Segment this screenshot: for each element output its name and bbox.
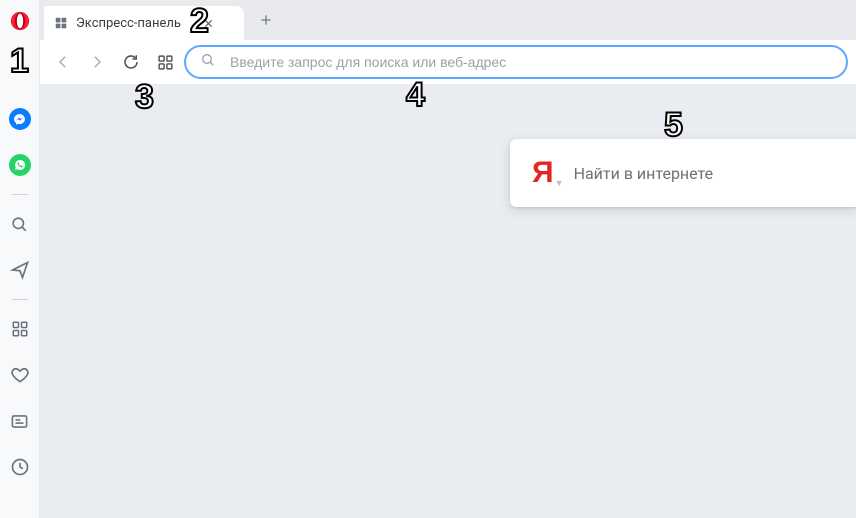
tab-close-button[interactable]	[203, 18, 214, 29]
sidebar-separator	[12, 194, 28, 195]
tab-strip: Экспресс-панель	[40, 0, 856, 40]
speed-dial-favicon	[54, 16, 68, 30]
speed-dial-page: Я ▼ Найти в интернете	[40, 84, 856, 518]
sidebar-search[interactable]	[8, 212, 32, 236]
sidebar-separator	[12, 299, 28, 300]
nav-toolbar	[40, 40, 856, 84]
speed-dial-icon	[11, 320, 29, 338]
search-icon	[10, 215, 29, 234]
sidebar	[0, 0, 40, 518]
yandex-search-box[interactable]: Я ▼ Найти в интернете	[510, 139, 856, 207]
opera-logo-icon	[9, 10, 31, 32]
yandex-logo[interactable]: Я ▼	[532, 156, 554, 190]
address-input[interactable]	[230, 54, 832, 70]
reload-button[interactable]	[116, 47, 146, 77]
chevron-right-icon	[88, 53, 106, 71]
sidebar-messenger[interactable]	[8, 107, 32, 131]
yandex-search-placeholder: Найти в интернете	[574, 164, 714, 183]
speed-dial-icon	[157, 54, 174, 71]
yandex-logo-letter: Я	[532, 156, 554, 189]
sidebar-history[interactable]	[8, 455, 32, 479]
address-bar[interactable]	[184, 45, 848, 79]
search-icon	[200, 52, 216, 72]
forward-button[interactable]	[82, 47, 112, 77]
sidebar-personal-news[interactable]	[8, 258, 32, 282]
opera-menu-button[interactable]	[9, 10, 31, 96]
back-button[interactable]	[48, 47, 78, 77]
browser-tab[interactable]: Экспресс-панель	[44, 6, 244, 40]
sidebar-bookmarks[interactable]	[8, 363, 32, 387]
chevron-left-icon	[54, 53, 72, 71]
sidebar-news[interactable]	[8, 409, 32, 433]
messenger-icon	[9, 108, 31, 130]
heart-icon	[10, 365, 30, 385]
sidebar-whatsapp[interactable]	[8, 153, 32, 177]
whatsapp-icon	[9, 154, 31, 176]
send-icon	[10, 260, 30, 280]
news-icon	[10, 412, 29, 431]
speed-dial-button[interactable]	[150, 47, 180, 77]
dropdown-caret-icon: ▼	[555, 178, 564, 188]
sidebar-speed-dial[interactable]	[8, 317, 32, 341]
close-icon	[203, 18, 214, 29]
new-tab-button[interactable]	[252, 6, 280, 34]
history-icon	[10, 457, 30, 477]
reload-icon	[122, 53, 140, 71]
tab-title: Экспресс-панель	[76, 16, 181, 31]
plus-icon	[259, 13, 273, 27]
